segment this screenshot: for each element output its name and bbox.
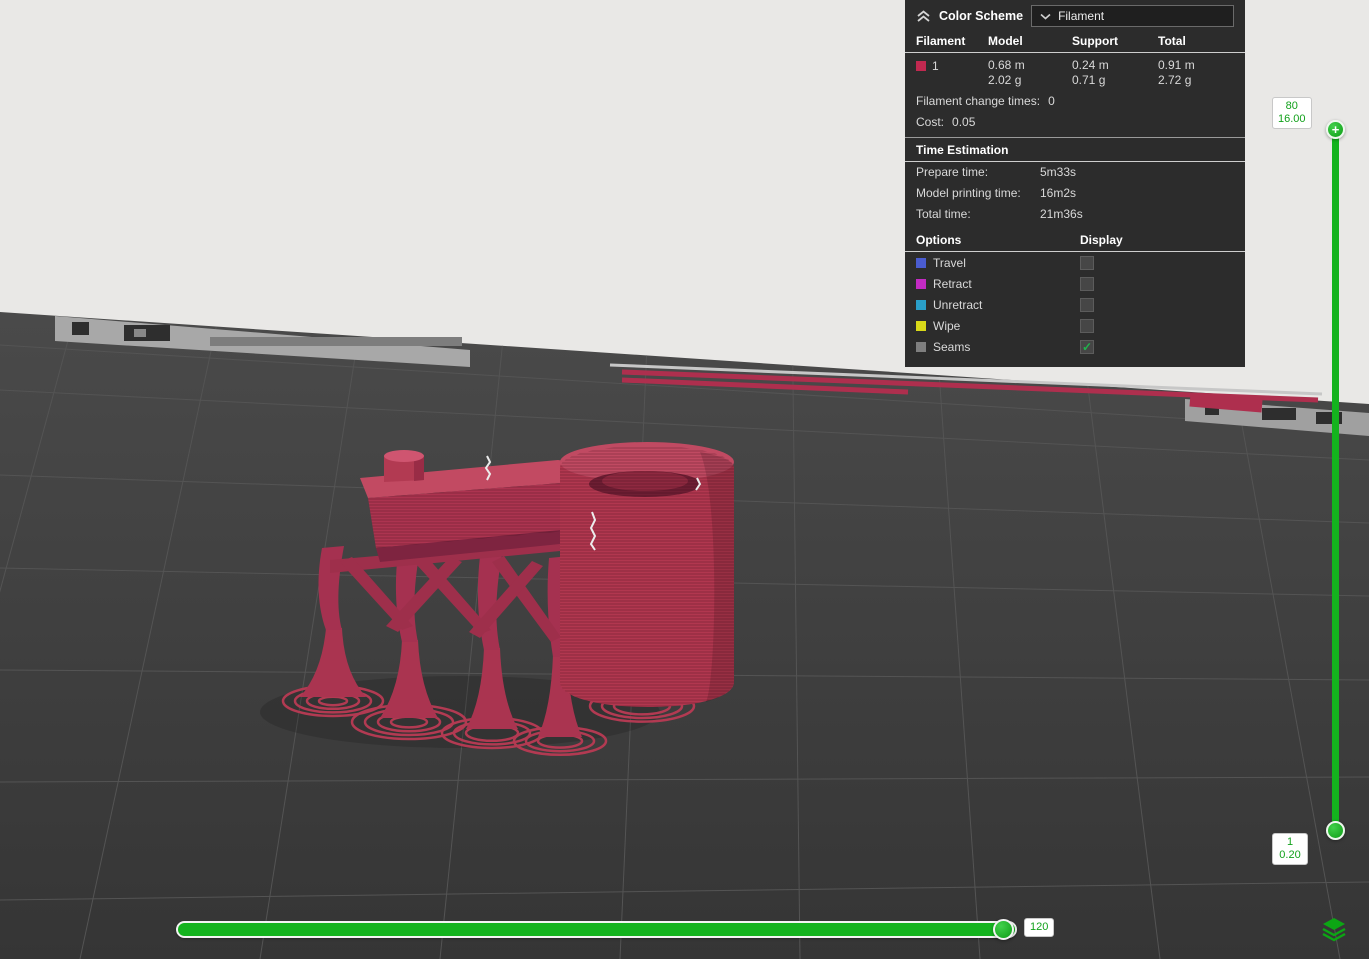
layer-slider-bottom-badge: 1 0.20 [1272,833,1308,865]
option-row-unretract: Unretract [905,294,1245,315]
panel-header: Color Scheme Filament [905,0,1245,30]
prepare-time-row: Prepare time: 5m33s [916,165,1077,179]
col-model: Model [988,34,1023,48]
color-scheme-title: Color Scheme [939,9,1024,23]
wipe-color-swatch [916,320,926,331]
retract-color-swatch [916,278,926,289]
chevron-down-icon [1040,13,1051,20]
layer-slider-track[interactable] [1332,124,1339,836]
step-slider-track[interactable] [176,921,1017,938]
col-total: Total [1158,34,1186,48]
filament-cell: 1 [916,58,988,88]
option-row-travel: Travel [905,252,1245,273]
layer-slider-top-badge: 80 16.00 [1272,97,1312,129]
model-main-body [560,442,734,707]
step-slider-badge: 120 [1024,918,1055,937]
travel-color-swatch [916,257,926,268]
col-support: Support [1072,34,1118,48]
layer-slider-bottom-handle[interactable] [1326,821,1345,840]
wipe-checkbox[interactable] [1080,318,1094,333]
travel-checkbox[interactable] [1080,255,1094,270]
option-row-retract: Retract [905,273,1245,294]
model-usage: 0.68 m 2.02 g [988,58,1025,87]
step-slider-handle[interactable] [993,919,1014,940]
layer-slider-plus-icon: + [1331,122,1340,137]
time-estimation-title: Time Estimation [905,137,1245,162]
options-header: Options Display [905,227,1245,252]
layers-icon[interactable] [1320,915,1348,943]
model-cylinder-boss [384,450,424,482]
filament-swatch [916,61,926,71]
filament-change-row: Filament change times: 0 [916,94,1055,108]
total-usage: 0.91 m 2.72 g [1158,58,1195,87]
layer-slider-top-handle[interactable]: + [1326,120,1345,139]
retract-checkbox[interactable] [1080,276,1094,291]
unretract-color-swatch [916,299,926,310]
model-printing-time-row: Model printing time: 16m2s [916,186,1077,200]
print-stats-panel: Color Scheme Filament Filament Model Sup… [905,0,1245,367]
col-filament: Filament [916,34,966,48]
filament-table-header: Filament Model Support Total [905,30,1245,53]
filament-table-row: 1 0.68 m 2.02 g 0.24 m 0.71 g 0.91 m 2.7… [905,53,1245,91]
support-usage: 0.24 m 0.71 g [1072,58,1109,87]
color-scheme-dropdown[interactable]: Filament [1031,5,1234,27]
unretract-checkbox[interactable] [1080,297,1094,312]
seams-checkbox[interactable]: ✓ [1080,339,1094,354]
total-time-row: Total time: 21m36s [916,207,1083,221]
slicer-preview-window: Color Scheme Filament Filament Model Sup… [0,0,1369,959]
collapse-icon[interactable] [916,9,931,23]
option-row-seams: Seams ✓ [905,336,1245,357]
option-row-wipe: Wipe [905,315,1245,336]
filament-id: 1 [932,59,939,73]
cost-row: Cost: 0.05 [916,115,976,129]
seams-color-swatch [916,341,926,352]
color-scheme-value: Filament [1058,9,1105,23]
